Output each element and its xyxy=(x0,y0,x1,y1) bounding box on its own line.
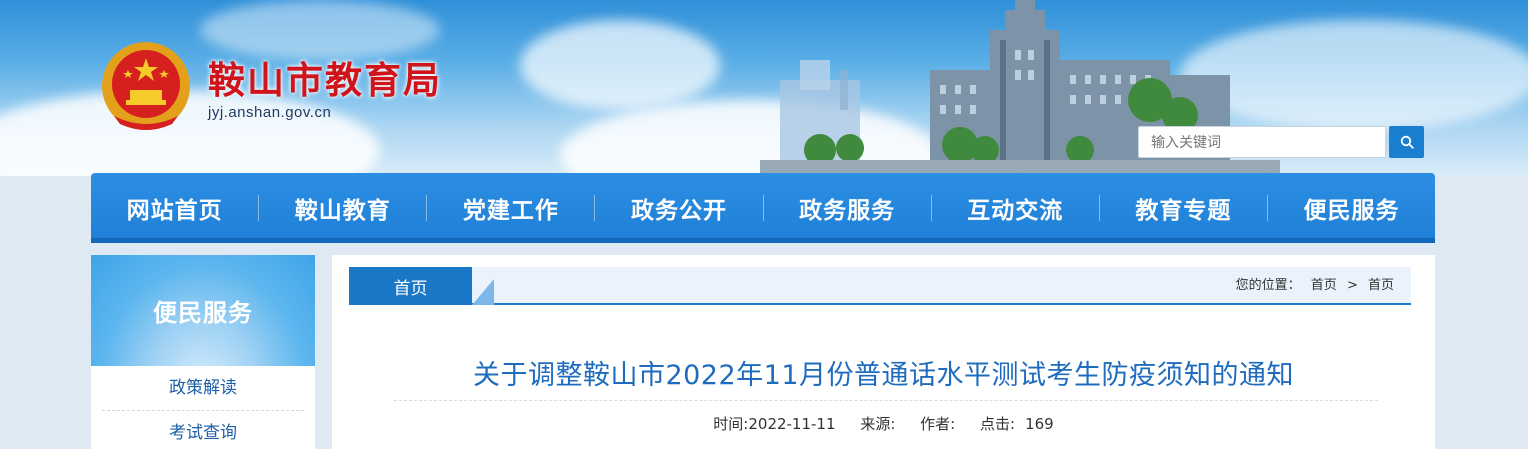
location-path: 您的位置： 首页 > 首页 xyxy=(1233,267,1397,305)
location-link-current[interactable]: 首页 xyxy=(1368,278,1394,293)
site-title: 鞍山市教育局 xyxy=(208,58,442,102)
nav-item-party-building[interactable]: 党建工作 xyxy=(427,173,594,243)
nav-item-anshan-education[interactable]: 鞍山教育 xyxy=(259,173,426,243)
nav-item-interaction[interactable]: 互动交流 xyxy=(932,173,1099,243)
location-link-home[interactable]: 首页 xyxy=(1311,278,1337,293)
article-time: 时间:2022-11-11 xyxy=(713,415,836,433)
article-clicks-label: 点击: xyxy=(980,415,1016,433)
nav-item-government-affairs[interactable]: 政务公开 xyxy=(595,173,762,243)
search-input[interactable] xyxy=(1138,126,1386,158)
nav-item-government-services[interactable]: 政务服务 xyxy=(764,173,931,243)
article-author: 作者: xyxy=(920,415,956,433)
site-header: 鞍山市教育局 jyj.anshan.gov.cn xyxy=(0,0,1528,176)
article-clicks-value: 169 xyxy=(1025,415,1054,433)
search-button[interactable] xyxy=(1389,126,1424,158)
location-separator: > xyxy=(1346,278,1358,293)
nav-item-education-topics[interactable]: 教育专题 xyxy=(1100,173,1267,243)
breadcrumb-tab-decoration xyxy=(472,279,494,305)
article-title: 关于调整鞍山市2022年11月份普通话水平测试考生防疫须知的通知 xyxy=(472,360,1295,391)
nav-item-home[interactable]: 网站首页 xyxy=(91,173,258,243)
breadcrumb-tab-home[interactable]: 首页 xyxy=(349,267,472,305)
article-source: 来源: xyxy=(860,415,896,433)
breadcrumb: 首页 您的位置： 首页 > 首页 xyxy=(349,267,1411,305)
nav-item-public-services[interactable]: 便民服务 xyxy=(1268,173,1435,243)
main-content: 首页 您的位置： 首页 > 首页 关于调整鞍山市2022年11月份普通话水平测试… xyxy=(332,255,1435,449)
sidebar: 便民服务 政策解读 考试查询 xyxy=(91,255,315,449)
sidebar-link-policy-interpretation[interactable]: 政策解读 xyxy=(102,366,304,411)
search-icon xyxy=(1400,135,1414,149)
location-label: 您的位置： xyxy=(1235,278,1301,293)
site-domain: jyj.anshan.gov.cn xyxy=(208,104,332,121)
sidebar-heading: 便民服务 xyxy=(91,255,315,366)
sidebar-link-exam-query[interactable]: 考试查询 xyxy=(102,411,304,449)
main-nav: 网站首页 鞍山教育 党建工作 政务公开 政务服务 互动交流 教育专题 便民服务 xyxy=(91,173,1435,243)
title-divider xyxy=(394,400,1378,401)
national-emblem-logo xyxy=(102,42,190,130)
article-meta: 时间:2022-11-11 来源: 作者: 点击: 169 xyxy=(332,413,1435,434)
